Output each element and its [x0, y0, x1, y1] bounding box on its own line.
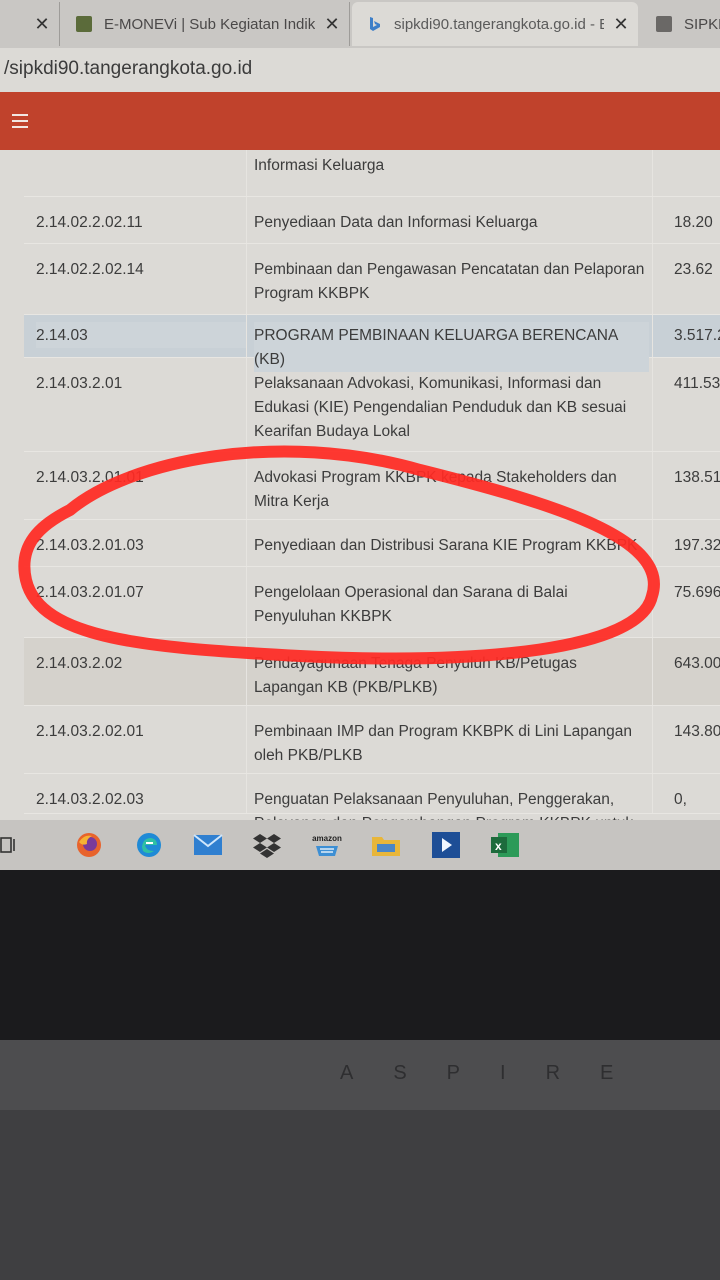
- row-code: 2.14.03.2.01.07: [36, 584, 144, 601]
- task-view-icon[interactable]: [0, 828, 26, 862]
- browser-tab-sipkd[interactable]: sipkdi90.tangerangkota.go.id - Bi ✕: [352, 2, 638, 46]
- close-icon[interactable]: ✕: [25, 14, 59, 35]
- close-icon[interactable]: ✕: [315, 14, 349, 35]
- laptop-brand-label: ASPIRE: [340, 1062, 654, 1084]
- monitor-screen: ✕ E-MONEVi | Sub Kegiatan Indika ✕ sipkd…: [0, 0, 720, 870]
- table-row[interactable]: Informasi Keluarga: [24, 150, 720, 197]
- bing-favicon-icon: [366, 16, 382, 32]
- site-favicon-icon: [656, 16, 672, 32]
- table-row[interactable]: 2.14.03.2.02.03 Penguatan Pelaksanaan Pen…: [24, 774, 720, 820]
- tab-title: E-MONEVi | Sub Kegiatan Indika: [104, 15, 315, 33]
- row-name: Penyediaan dan Distribusi Sarana KIE Pro…: [254, 537, 638, 554]
- table-row[interactable]: 2.14.02.2.02.11 Penyediaan Data dan Infor…: [24, 197, 720, 244]
- laptop-base: [0, 1110, 720, 1280]
- row-name: Pembinaan IMP dan Program KKBPK di Lini …: [254, 723, 632, 764]
- windows-taskbar: amazon x: [0, 820, 720, 870]
- program-row[interactable]: 2.14.03 PROGRAM PEMBINAAN KELUARGA BERENC…: [24, 315, 720, 372]
- row-amount: 18.20: [674, 214, 713, 231]
- close-icon[interactable]: ✕: [604, 14, 638, 35]
- table-row[interactable]: 2.14.03.2.01.01 Advokasi Program KKBPK ke…: [24, 452, 720, 520]
- media-player-icon[interactable]: [429, 828, 463, 862]
- row-code: 2.14.02.2.02.14: [36, 261, 144, 278]
- laptop-bezel: [0, 870, 720, 1040]
- browser-tab-strip: ✕ E-MONEVi | Sub Kegiatan Indika ✕ sipkd…: [0, 0, 720, 48]
- svg-text:x: x: [495, 839, 502, 853]
- mail-icon[interactable]: [191, 828, 225, 862]
- edge-icon[interactable]: [132, 828, 166, 862]
- table-row[interactable]: 2.14.03.2.02.01 Pembinaan IMP dan Program…: [24, 706, 720, 774]
- row-code: 2.14.03.2.02.03: [36, 791, 144, 808]
- row-amount: [674, 150, 720, 152]
- row-code: 2.14.03.2.01.03: [36, 537, 144, 554]
- table-row[interactable]: 2.14.03.2.01.03 Penyediaan dan Distribusi…: [24, 520, 720, 567]
- sub-kegiatan-table: Informasi Keluarga 2.14.02.2.02.11 Penyedi…: [0, 150, 720, 820]
- dropbox-icon[interactable]: [250, 828, 284, 862]
- row-name: Informasi Keluarga: [254, 157, 385, 174]
- table-row[interactable]: 2.14.03.2.01 Pelaksanaan Advokasi, Komuni…: [24, 358, 720, 452]
- row-amount: 75.696: [674, 584, 720, 601]
- amazon-label: amazon: [312, 833, 342, 843]
- row-name: Advokasi Program KKBPK kepada Stakeholde…: [254, 469, 617, 510]
- row-code: 2.14.02.2.02.11: [36, 214, 143, 231]
- address-bar[interactable]: /sipkdi90.tangerangkota.go.id: [0, 48, 720, 92]
- tab-title: sipkdi90.tangerangkota.go.id - Bi: [394, 15, 604, 33]
- row-name: Pendayagunaan Tenaga Penyuluh KB/Petugas…: [254, 655, 577, 696]
- app-header: [0, 92, 720, 150]
- url-text: /sipkdi90.tangerangkota.go.id: [4, 58, 253, 79]
- amazon-icon[interactable]: amazon: [310, 828, 344, 862]
- row-amount: 643.00: [674, 655, 720, 672]
- browser-tab-sipkd-2[interactable]: SIPKD: [642, 2, 720, 46]
- row-name: Penguatan Pelaksanaan Penyuluhan, Pengge…: [254, 791, 633, 820]
- row-code: 2.14.03.2.01.01: [36, 469, 144, 486]
- row-amount: 23.62: [674, 261, 713, 278]
- row-code: 2.14.03: [36, 322, 246, 348]
- row-amount: 138.51: [674, 469, 720, 486]
- row-name: Pengelolaan Operasional dan Sarana di Ba…: [254, 584, 568, 625]
- browser-tab-emonevi[interactable]: E-MONEVi | Sub Kegiatan Indika ✕: [62, 2, 350, 46]
- row-code: 2.14.03.2.02.01: [36, 723, 144, 740]
- row-amount: 411.53: [674, 375, 720, 392]
- tab-title: SIPKD: [684, 15, 720, 33]
- row-name: Pelaksanaan Advokasi, Komunikasi, Inform…: [254, 375, 627, 440]
- file-explorer-icon[interactable]: [369, 828, 403, 862]
- row-amount: 3.517.2: [674, 327, 720, 344]
- excel-icon[interactable]: x: [488, 828, 522, 862]
- table-row[interactable]: 2.14.03.2.01.07 Pengelolaan Operasional d…: [24, 567, 720, 638]
- emonevi-favicon-icon: [76, 16, 92, 32]
- row-code: 2.14.03.2.02: [36, 655, 123, 672]
- table-row[interactable]: 2.14.02.2.02.14 Pembinaan dan Pengawasan …: [24, 244, 720, 315]
- row-name: Penyediaan Data dan Informasi Keluarga: [254, 214, 538, 231]
- row-name: Pembinaan dan Pengawasan Pencatatan dan …: [254, 261, 645, 302]
- firefox-icon[interactable]: [72, 828, 106, 862]
- row-code: 2.14.03.2.01: [36, 375, 123, 392]
- row-amount: 0,: [674, 791, 687, 808]
- row-amount: 143.80: [674, 723, 720, 740]
- browser-tab[interactable]: ✕: [0, 2, 60, 46]
- row-amount: 197.32: [674, 537, 720, 554]
- table-row[interactable]: 2.14.03.2.02 Pendayagunaan Tenaga Penyulu…: [24, 638, 720, 706]
- row-code: [36, 150, 246, 152]
- hamburger-menu-icon[interactable]: [12, 114, 28, 128]
